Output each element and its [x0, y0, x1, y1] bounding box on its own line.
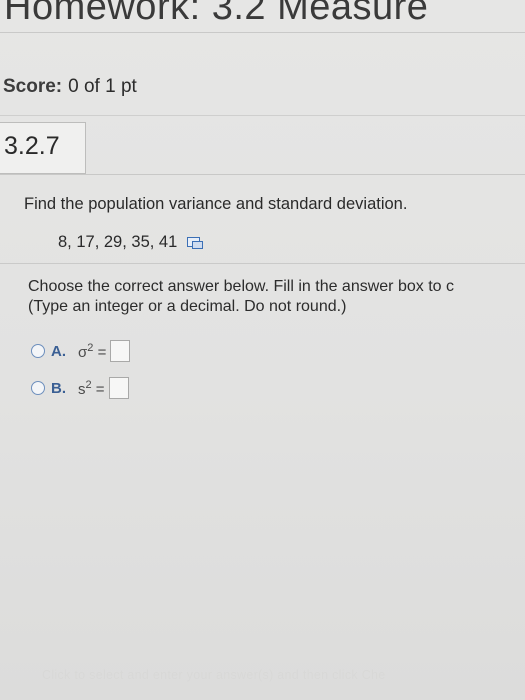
question-prompt: Find the population variance and standar… — [24, 195, 408, 213]
question-divider — [0, 174, 525, 175]
question-number: 3.2.7 — [4, 132, 60, 160]
option-b-symbol: s — [78, 380, 86, 398]
option-a[interactable]: A. σ2 = — [31, 340, 131, 362]
question-number-box: 3.2.7 — [0, 122, 86, 174]
score-divider — [0, 115, 525, 116]
instruction-line-2: (Type an integer or a decimal. Do not ro… — [28, 298, 347, 315]
footer-hint: Click to select and enter your answer(s)… — [42, 668, 386, 682]
data-values-row: 8, 17, 29, 35, 41 — [58, 233, 204, 252]
score-display: Score: 0 of 1 pt — [3, 76, 137, 98]
section-divider — [0, 263, 525, 264]
score-label: Score: — [3, 76, 63, 97]
option-a-exponent: 2 — [87, 341, 94, 354]
copy-data-icon[interactable] — [187, 236, 204, 249]
option-b-answer-box[interactable] — [108, 377, 129, 399]
title-divider — [0, 32, 525, 33]
homework-page: Homework: 3.2 Measure Score: 0 of 1 pt 3.… — [0, 0, 525, 700]
option-a-formula: σ2 = — [78, 342, 106, 361]
option-b-letter: B. — [51, 379, 66, 397]
option-b[interactable]: B. s2 = — [31, 377, 129, 399]
option-b-exponent: 2 — [85, 378, 92, 391]
option-a-symbol: σ — [78, 343, 88, 361]
instruction-line-1: Choose the correct answer below. Fill in… — [28, 278, 454, 295]
option-a-letter: A. — [51, 342, 66, 360]
option-a-radio[interactable] — [31, 344, 45, 358]
option-b-radio[interactable] — [31, 381, 45, 395]
option-a-answer-box[interactable] — [110, 340, 131, 362]
option-b-equals: = — [95, 380, 105, 398]
option-b-formula: s2 = — [78, 379, 105, 398]
data-values: 8, 17, 29, 35, 41 — [58, 233, 178, 251]
score-value: 0 of 1 pt — [68, 76, 137, 97]
option-a-equals: = — [97, 343, 107, 361]
homework-title: Homework: 3.2 Measure — [4, 0, 429, 28]
